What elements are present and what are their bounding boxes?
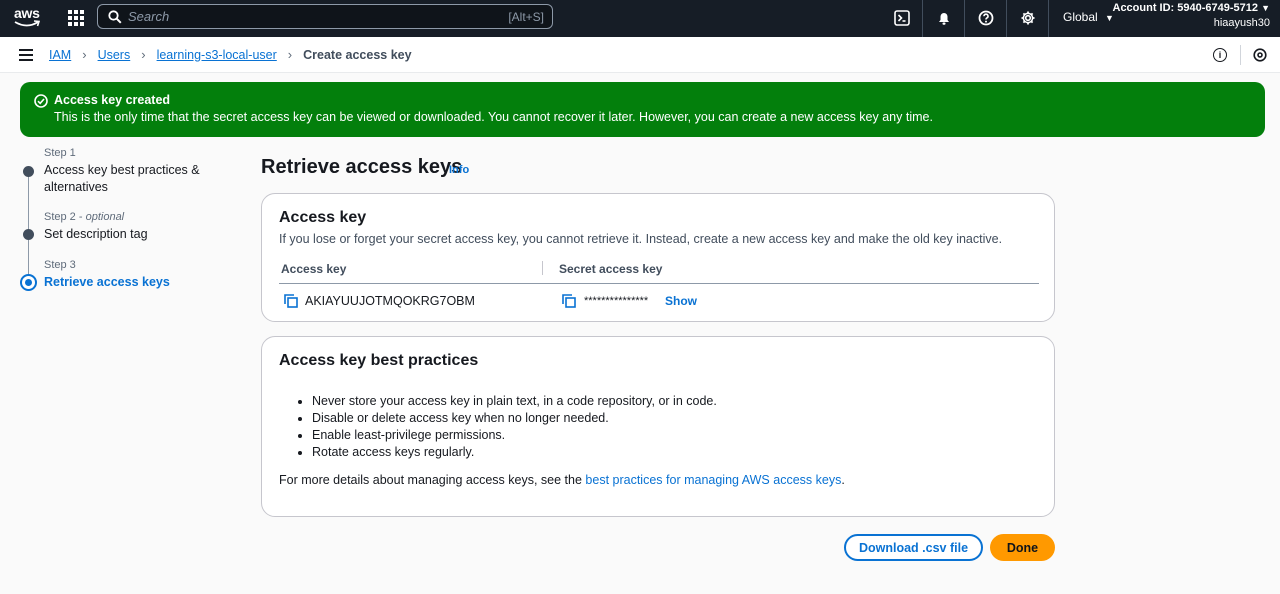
step-number: Step 3 [44,259,76,271]
chevron-right-icon: › [82,47,87,62]
caret-down-icon: ▼ [1261,3,1270,13]
success-check-icon [34,94,48,108]
nav-divider [1006,0,1007,37]
chevron-right-icon: › [141,47,146,62]
settings-icon[interactable] [1018,8,1038,28]
access-key-container: Access key If you lose or forget your se… [261,193,1055,322]
nav-divider [1048,0,1049,37]
account-menu[interactable]: Account ID: 5940-6749-5712 ▼ hiaayush30 [1113,1,1271,31]
flash-title: Access key created [54,93,171,107]
step-number: Step 1 [44,147,76,159]
nav-divider [922,0,923,37]
search-icon [108,9,122,24]
bell-icon[interactable] [934,8,954,28]
account-id: Account ID: 5940-6749-5712 [1112,2,1259,14]
region-selector[interactable]: Global ▼ [1063,10,1114,24]
menu-toggle-icon[interactable] [19,49,33,61]
secret-key-value: *************** [584,295,649,307]
step-connector [28,240,29,278]
more-details-text: For more details about managing access k… [279,473,845,487]
aws-logo[interactable]: aws [14,6,42,30]
flash-message: This is the only time that the secret ac… [54,110,933,124]
breadcrumb-current: Create access key [303,47,412,62]
column-secret-key: Secret access key [559,262,663,276]
copy-icon[interactable] [562,294,576,308]
best-practices-list: Never store your access key in plain tex… [312,393,717,461]
done-button[interactable]: Done [990,534,1055,561]
breadcrumb-users[interactable]: Users [98,48,131,62]
breadcrumb-user[interactable]: learning-s3-local-user [157,48,277,62]
step-optional: optional [85,211,125,223]
best-practices-link[interactable]: best practices for managing AWS access k… [585,473,841,487]
toolbar-divider [1240,45,1241,65]
step-indicator [23,229,34,240]
best-practices-container: Access key best practices Never store yo… [261,336,1055,517]
download-csv-button[interactable]: Download .csv file [844,534,983,561]
access-key-heading: Access key [279,209,367,226]
show-secret-link[interactable]: Show [665,294,697,308]
info-panel-icon[interactable]: i [1213,48,1227,62]
step-indicator-active [20,274,37,291]
access-key-description: If you lose or forget your secret access… [279,232,1003,246]
cloudshell-icon[interactable] [892,8,912,28]
tools-panel-icon[interactable] [1253,48,1267,62]
aws-logo-text: aws [14,5,40,21]
step-indicator [23,166,34,177]
info-link[interactable]: Info [449,164,469,176]
step-number: Step 2 - optional [44,211,125,223]
column-divider [542,261,543,275]
list-item: Rotate access keys regularly. [312,444,717,461]
step-label-active: Retrieve access keys [44,275,170,289]
step-label[interactable]: Set description tag [44,226,148,243]
column-access-key: Access key [281,262,347,276]
copy-icon[interactable] [284,294,298,308]
breadcrumb: IAM › Users › learning-s3-local-user › C… [49,47,412,62]
key-table-header: Access key Secret access key [279,259,1039,284]
breadcrumb-bar: IAM › Users › learning-s3-local-user › C… [0,37,1280,73]
page-title: Retrieve access keys [261,156,463,178]
breadcrumb-iam[interactable]: IAM [49,48,71,62]
region-label: Global [1063,10,1098,24]
list-item: Disable or delete access key when no lon… [312,410,717,427]
nav-divider [964,0,965,37]
best-practices-heading: Access key best practices [279,352,479,369]
search-shortcut-hint: [Alt+S] [508,9,544,24]
access-key-value: AKIAYUUJOTMQOKRG7OBM [305,294,475,308]
list-item: Never store your access key in plain tex… [312,393,717,410]
services-menu-icon[interactable] [66,8,86,28]
chevron-right-icon: › [287,47,293,62]
aws-smile-icon [14,20,40,27]
help-icon[interactable] [976,8,996,28]
top-navigation: aws [Alt+S] Global ▼ Account ID: 5940-67… [0,0,1280,37]
success-flash-banner: Access key created This is the only time… [20,82,1265,137]
list-item: Enable least-privilege permissions. [312,427,717,444]
username: hiaayush30 [1213,17,1270,29]
step-connector [28,176,29,234]
step-label[interactable]: Access key best practices & alternatives [44,162,204,196]
search-input[interactable] [128,9,509,24]
search-box[interactable]: [Alt+S] [97,4,553,29]
